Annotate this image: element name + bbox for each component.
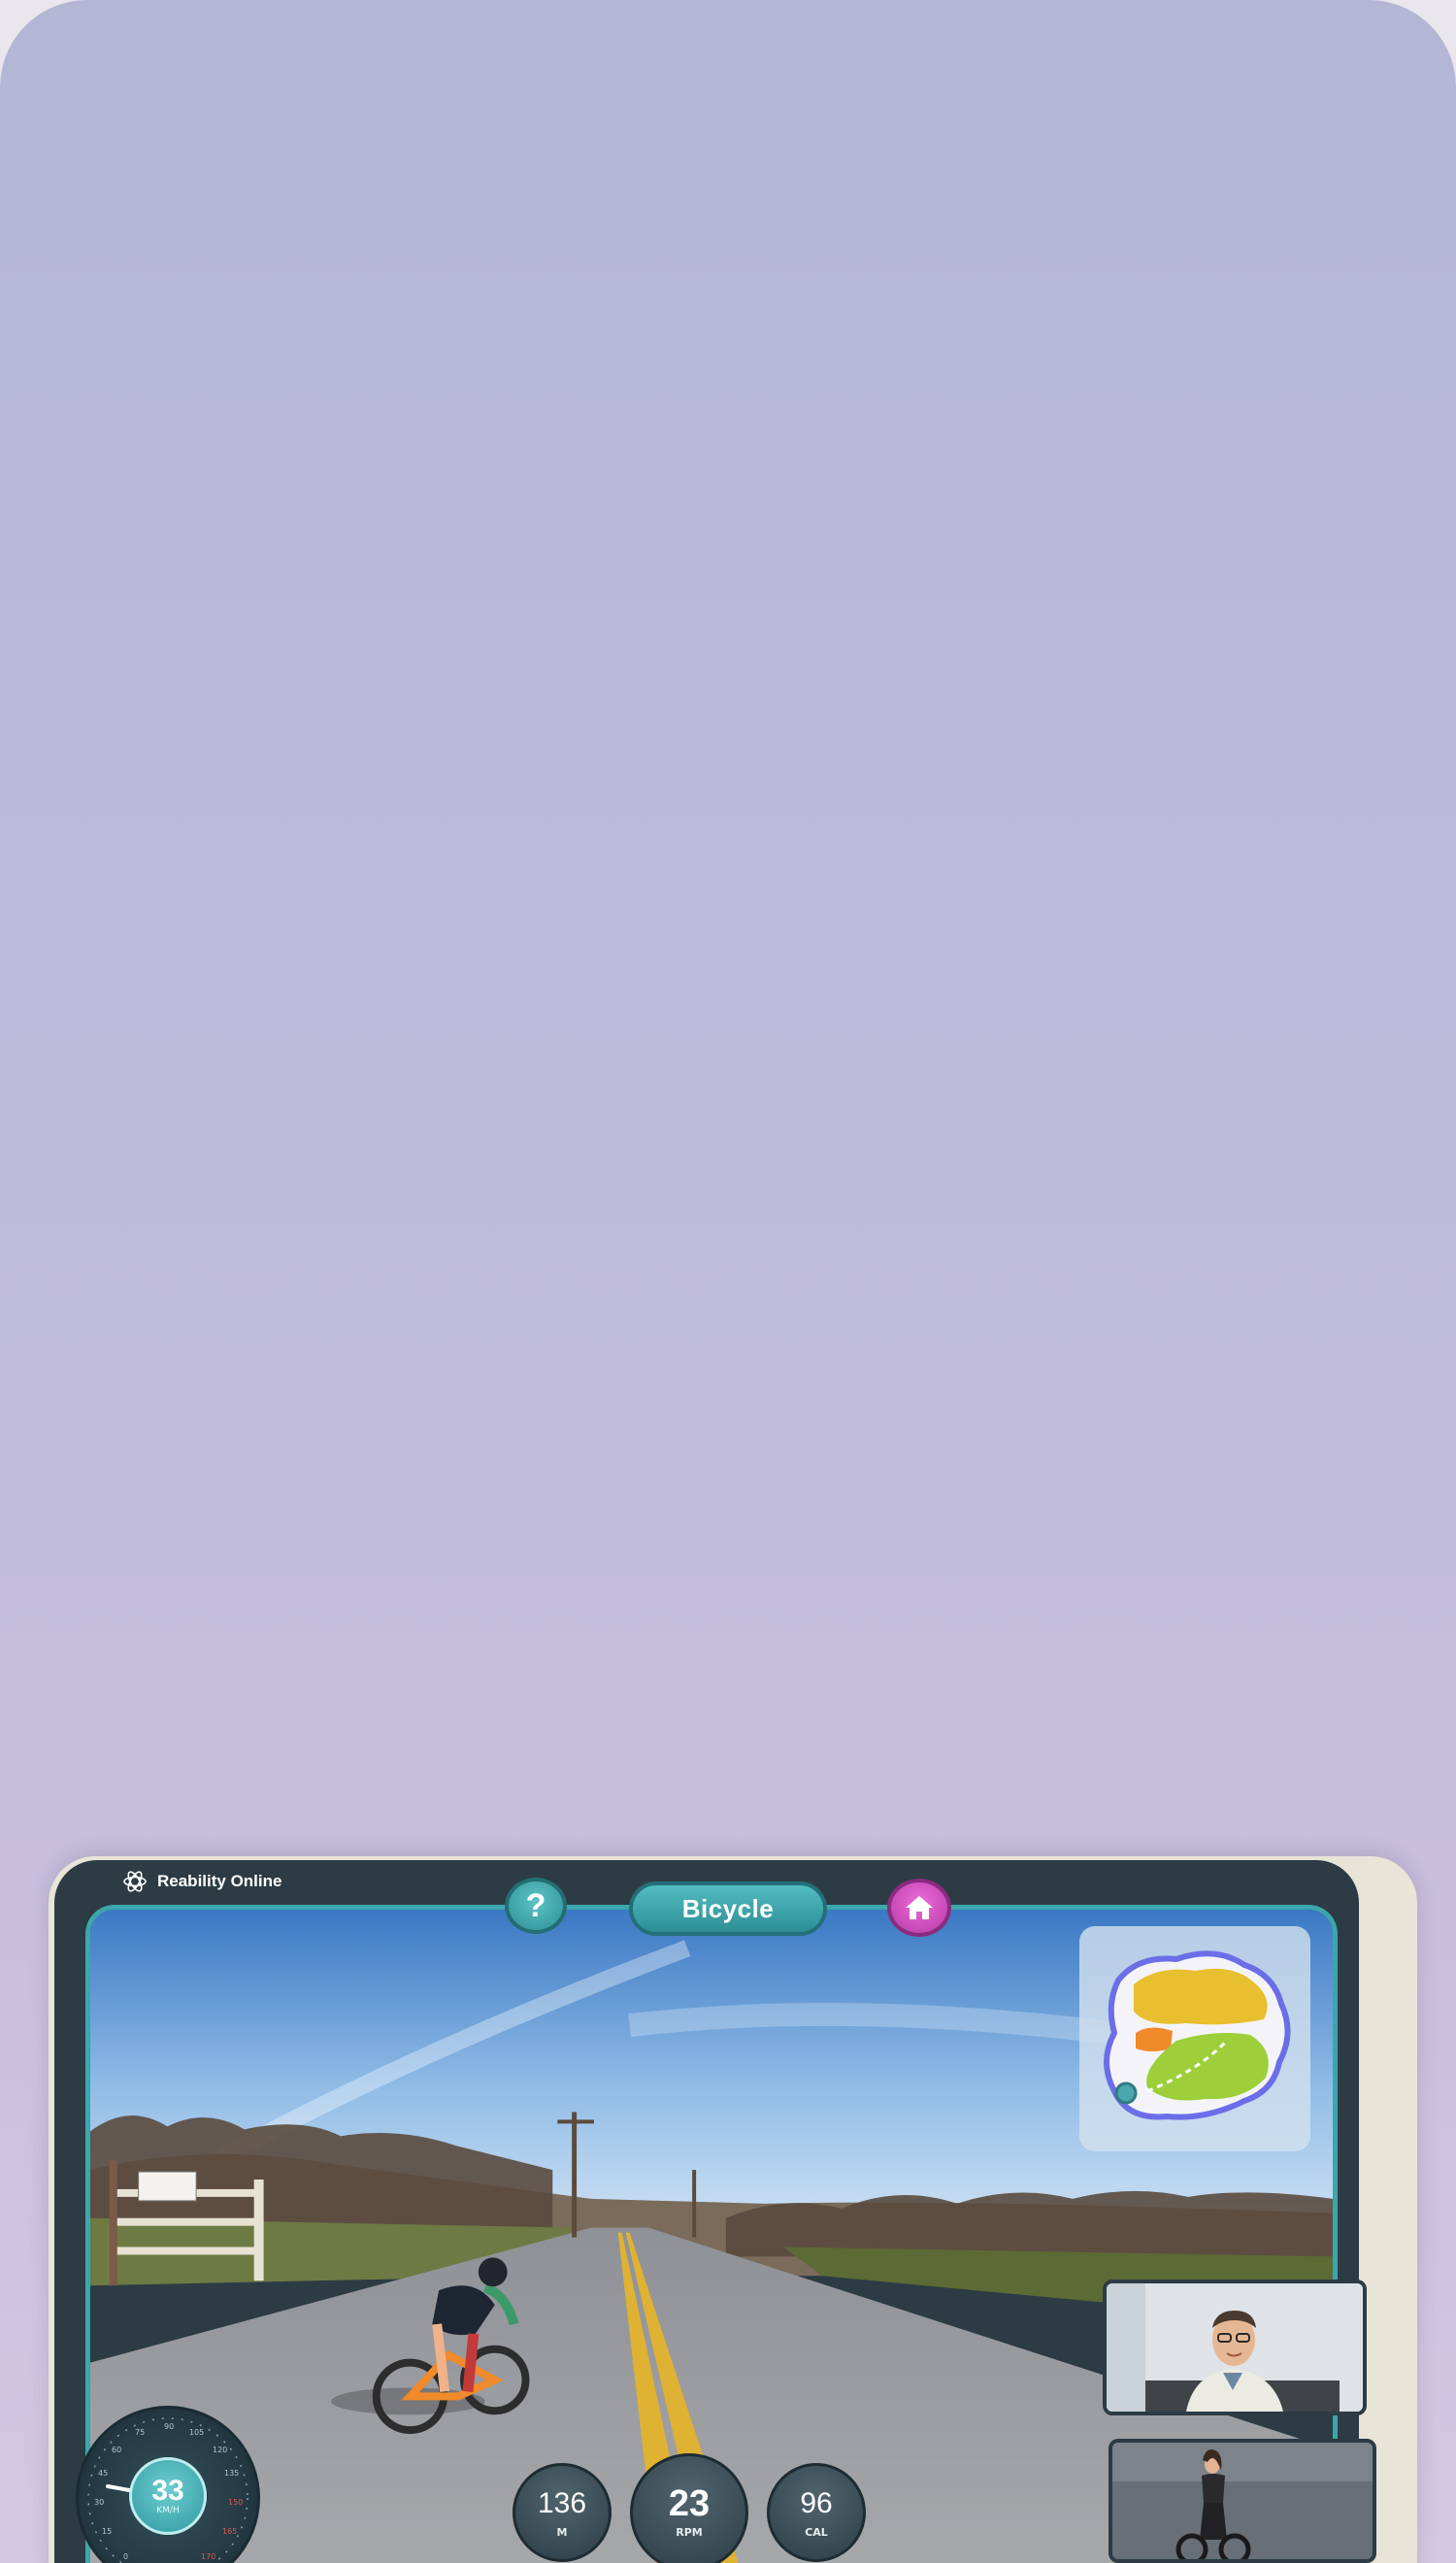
brand: Reability Online — [122, 1869, 281, 1894]
speedometer-gauge: 0 15 30 45 60 75 90 105 120 135 150 165 … — [76, 2406, 260, 2563]
speed-tick: 165 — [222, 2527, 238, 2536]
doctor-video-feed[interactable] — [1103, 2280, 1367, 2415]
route-map-image — [1104, 1950, 1291, 2120]
speed-tick: 90 — [164, 2422, 175, 2431]
question-icon: ? — [525, 1886, 546, 1924]
trainer-video-feed[interactable] — [1109, 2439, 1376, 2563]
calories-unit: CAL — [805, 2525, 828, 2539]
speed-tick: 30 — [94, 2498, 105, 2507]
speed-tick: 75 — [135, 2428, 146, 2437]
distance-stat: 136 M — [513, 2463, 612, 2562]
speed-readout: 33 KM/H — [129, 2457, 207, 2535]
brand-logo-icon — [123, 1871, 147, 1892]
cadence-value: 23 — [668, 2482, 711, 2524]
home-button[interactable] — [887, 1879, 951, 1937]
distance-unit: M — [556, 2525, 568, 2539]
speed-tick: 60 — [112, 2446, 122, 2454]
speed-tick: 105 — [189, 2428, 205, 2437]
speed-tick: 45 — [98, 2469, 109, 2478]
speed-tick: 15 — [102, 2527, 113, 2536]
cadence-unit: RPM — [676, 2525, 703, 2539]
speed-tick: 170 — [201, 2552, 216, 2561]
trainer-image — [1112, 2443, 1373, 2559]
distance-value: 136 — [537, 2486, 587, 2519]
speed-tick: 120 — [213, 2446, 228, 2454]
activity-title: Bicycle — [681, 1893, 775, 1923]
speed-tick: 135 — [224, 2469, 240, 2478]
activity-title-pill: Bicycle — [629, 1881, 827, 1936]
speed-tick: 0 — [123, 2552, 129, 2561]
speed-tick: 150 — [228, 2498, 244, 2507]
brand-name: Reability Online — [157, 1872, 282, 1890]
help-button[interactable]: ? — [505, 1878, 567, 1934]
calories-value: 96 — [800, 2486, 833, 2519]
route-minimap[interactable] — [1079, 1926, 1310, 2151]
doctor-image — [1107, 2283, 1363, 2412]
speed-value: 33 — [151, 2475, 184, 2507]
speed-unit: KM/H — [156, 2506, 180, 2515]
home-icon — [906, 1896, 933, 1919]
cadence-stat: 23 RPM — [630, 2453, 748, 2563]
calories-stat: 96 CAL — [767, 2463, 866, 2562]
